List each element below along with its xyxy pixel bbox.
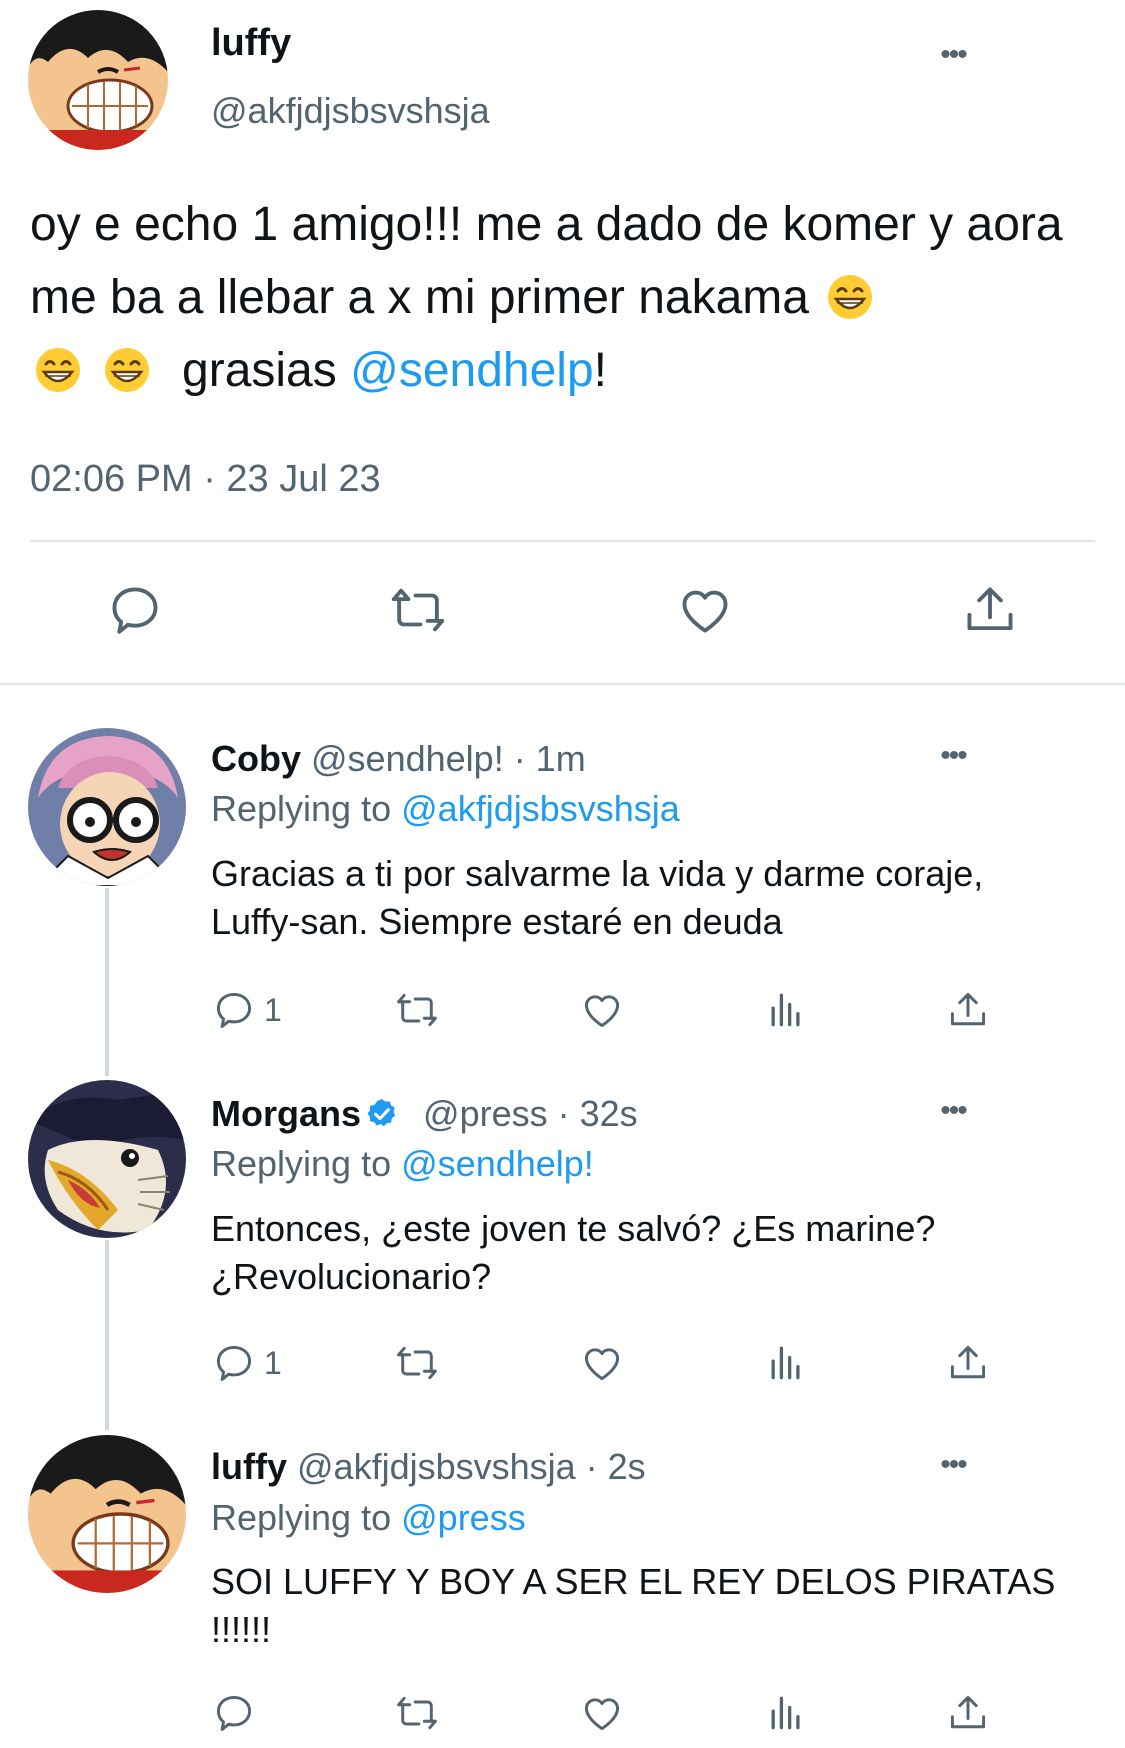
retweet-button[interactable]	[383, 580, 453, 640]
morgans-avatar[interactable]	[28, 1080, 186, 1238]
share-icon	[950, 1695, 986, 1729]
views-button[interactable]	[764, 1338, 808, 1388]
grinning-face-emoji	[36, 348, 80, 392]
luffy-avatar[interactable]	[28, 1435, 186, 1593]
like-icon	[584, 1348, 620, 1381]
like-button[interactable]	[580, 1338, 624, 1388]
more-options-icon[interactable]: •••	[928, 40, 978, 70]
grinning-face-emoji	[105, 348, 150, 392]
tweet-text-part2: grasias	[182, 344, 337, 397]
grinning-face-emoji	[828, 275, 873, 319]
share-icon	[967, 587, 1013, 631]
analytics-icon	[771, 993, 800, 1027]
mention-link[interactable]: @sendhelp	[350, 344, 594, 397]
replying-to-mention[interactable]: @akfjdjsbsvshsja	[401, 788, 680, 829]
thread-line	[105, 1240, 109, 1430]
reply-author-name[interactable]: Coby	[211, 738, 301, 779]
share-icon	[950, 1345, 986, 1379]
analytics-icon	[771, 1696, 800, 1730]
more-options-icon[interactable]: •••	[928, 1096, 978, 1126]
tweet-text-end: !	[593, 344, 607, 397]
like-icon	[682, 590, 728, 633]
reply-text: Entonces, ¿este joven te salvó? ¿Es mari…	[211, 1208, 936, 1297]
reply-button[interactable]: 1	[212, 1338, 282, 1388]
reply-author-name[interactable]: luffy	[211, 1446, 287, 1487]
more-options-icon[interactable]: •••	[928, 1450, 978, 1480]
author-handle[interactable]: @akfjdjsbsvshsja	[211, 90, 490, 132]
replying-to-mention[interactable]: @press	[401, 1497, 526, 1538]
tweet-text: oy e echo 1 amigo!!! me a dado de komer …	[30, 188, 1100, 407]
reply-header: luffy @akfjdjsbsvshsja · 2s	[211, 1446, 646, 1488]
retweet-icon	[397, 993, 437, 1027]
reply-count: 1	[264, 1344, 282, 1381]
thread-line	[105, 888, 109, 1076]
reply-icon	[216, 1345, 252, 1381]
share-button[interactable]	[946, 1688, 990, 1738]
reply-button[interactable]: 1	[212, 985, 282, 1035]
reply-meta[interactable]: @press · 32s	[423, 1093, 638, 1134]
main-tweet: luffy @akfjdjsbsvshsja ••• oy e echo 1 a…	[0, 0, 1125, 685]
verified-badge-icon	[367, 1099, 396, 1127]
reply-icon	[216, 992, 252, 1028]
share-button[interactable]	[955, 580, 1025, 640]
reply-meta[interactable]: @akfjdjsbsvshsja · 2s	[297, 1446, 646, 1487]
like-button[interactable]	[670, 580, 740, 640]
retweet-button[interactable]	[395, 985, 439, 1035]
share-button[interactable]	[946, 1338, 990, 1388]
author-name[interactable]: luffy	[211, 22, 291, 65]
reply-button[interactable]	[212, 1688, 256, 1738]
like-icon	[584, 1698, 620, 1731]
like-icon	[584, 995, 620, 1028]
analytics-icon	[771, 1346, 800, 1380]
reply-author-name[interactable]: Morgans	[211, 1093, 361, 1134]
reply-icon	[112, 587, 158, 634]
replying-to-label: Replying to	[211, 1143, 392, 1184]
reply-header: Coby @sendhelp! · 1m	[211, 738, 586, 780]
retweet-icon	[397, 1696, 437, 1730]
divider	[0, 683, 1125, 685]
reply-icon	[216, 1695, 252, 1731]
retweet-button[interactable]	[395, 1338, 439, 1388]
share-icon	[950, 992, 986, 1026]
replying-to: Replying to @sendhelp!	[211, 1143, 594, 1185]
reply-text: Gracias a ti por salvarme la vida y darm…	[211, 853, 984, 942]
reply-header: Morgans @press · 32s	[211, 1093, 638, 1135]
divider	[30, 540, 1095, 542]
like-button[interactable]	[580, 985, 624, 1035]
luffy-avatar[interactable]	[28, 10, 168, 150]
like-button[interactable]	[580, 1688, 624, 1738]
replying-to-label: Replying to	[211, 1497, 392, 1538]
retweet-icon	[397, 1346, 437, 1380]
more-options-icon[interactable]: •••	[928, 741, 978, 771]
reply-text: SOI LUFFY Y BOY A SER EL REY DELOS PIRAT…	[211, 1561, 1056, 1650]
retweet-button[interactable]	[395, 1688, 439, 1738]
tweet-timestamp[interactable]: 02:06 PM · 23 Jul 23	[30, 458, 381, 501]
tweet-text-part1: oy e echo 1 amigo!!! me a dado de komer …	[30, 198, 1063, 324]
replying-to: Replying to @press	[211, 1497, 526, 1539]
views-button[interactable]	[764, 985, 808, 1035]
reply-meta[interactable]: @sendhelp! · 1m	[311, 738, 586, 779]
replying-to: Replying to @akfjdjsbsvshsja	[211, 788, 680, 830]
reply-count: 1	[264, 991, 282, 1028]
replying-to-label: Replying to	[211, 788, 392, 829]
replying-to-mention[interactable]: @sendhelp!	[401, 1143, 594, 1184]
reply-button[interactable]	[100, 580, 170, 640]
coby-avatar[interactable]	[28, 728, 186, 886]
views-button[interactable]	[764, 1688, 808, 1738]
retweet-icon	[391, 588, 445, 632]
share-button[interactable]	[946, 985, 990, 1035]
